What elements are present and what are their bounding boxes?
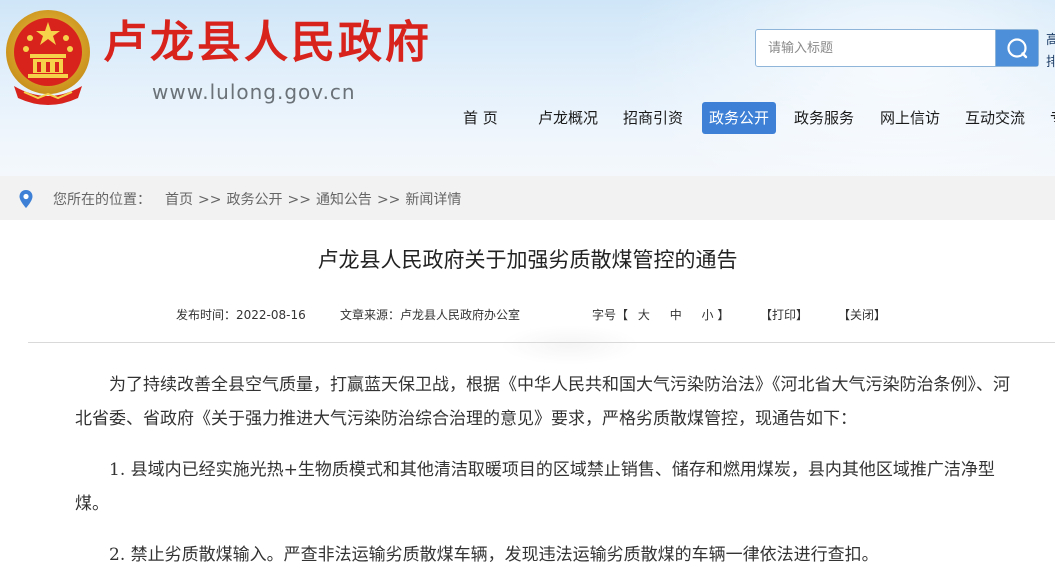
nav-item-petition[interactable]: 网上信访 <box>873 102 947 134</box>
national-emblem-icon <box>6 10 90 105</box>
side-link-1[interactable]: 高 <box>1046 30 1055 52</box>
search-button[interactable] <box>995 30 1038 66</box>
side-links: 高 排 <box>1046 30 1055 74</box>
nav-item-more[interactable]: 专 <box>1043 102 1055 134</box>
watermark <box>500 325 640 365</box>
nav-item-home[interactable]: 首 页 <box>456 102 505 134</box>
print-link[interactable]: 【打印】 <box>760 306 808 323</box>
breadcrumb-gov-affairs[interactable]: 政务公开 <box>226 192 282 208</box>
breadcrumb-notices[interactable]: 通知公告 <box>316 192 372 208</box>
publish-date: 2022-08-16 <box>236 308 306 322</box>
publish-date-label: 发布时间： <box>176 308 237 322</box>
breadcrumb-current: 新闻详情 <box>405 192 462 208</box>
breadcrumb-separator: >> <box>376 192 401 208</box>
nav-item-investment[interactable]: 招商引资 <box>616 102 690 134</box>
breadcrumb-home[interactable]: 首页 <box>165 192 193 208</box>
font-size-label: 字号【 <box>592 308 629 322</box>
article-paragraph-1: 为了持续改善全县空气质量，打赢蓝天保卫战，根据《中华人民共和国大气污染防治法》《… <box>75 375 1010 429</box>
source-value: 卢龙县人民政府办公室 <box>400 308 521 322</box>
source-meta: 文章来源：卢龙县人民政府办公室 <box>340 306 520 323</box>
article-title: 卢龙县人民政府关于加强劣质散煤管控的通告 <box>317 248 738 272</box>
content-divider <box>28 342 1055 343</box>
breadcrumb: 您所在的位置： 首页 >> 政务公开 >> 通知公告 >> 新闻详情 <box>0 176 1055 220</box>
search-input[interactable] <box>756 30 996 66</box>
article-paragraph-3: 2. 禁止劣质散煤输入。严查非法运输劣质散煤车辆，发现违法运输劣质散煤的车辆一律… <box>109 545 879 565</box>
publish-date-meta: 发布时间：2022-08-16 <box>176 306 306 323</box>
location-pin-icon <box>19 190 33 208</box>
font-size-end: 】 <box>717 308 730 322</box>
breadcrumb-label: 您所在的位置： <box>53 192 151 208</box>
search-icon <box>1007 38 1028 59</box>
search-box <box>755 29 1039 67</box>
font-size-medium[interactable]: 中 <box>670 308 682 322</box>
breadcrumb-separator: >> <box>287 192 311 208</box>
nav-item-interaction[interactable]: 互动交流 <box>958 102 1032 134</box>
nav-item-gov-services[interactable]: 政务服务 <box>787 102 861 134</box>
article-paragraph-2: 1. 县域内已经实施光热+生物质模式和其他清洁取暖项目的区域禁止销售、储存和燃用… <box>75 460 995 514</box>
font-size-large[interactable]: 大 <box>638 308 650 322</box>
close-link[interactable]: 【关闭】 <box>838 306 886 323</box>
source-label: 文章来源： <box>340 308 401 322</box>
breadcrumb-separator: >> <box>198 192 222 208</box>
site-header: 卢龙县人民政府 www.lulong.gov.cn 高 排 首 页 卢龙概况 招… <box>0 0 1055 176</box>
nav-item-gov-affairs[interactable]: 政务公开 <box>702 102 777 134</box>
breadcrumb-trail: 首页 >> 政务公开 >> 通知公告 >> 新闻详情 <box>165 189 461 209</box>
header-background-glow <box>600 0 1055 176</box>
nav-item-overview[interactable]: 卢龙概况 <box>531 102 605 134</box>
site-title: 卢龙县人民政府 <box>103 17 432 68</box>
font-size-small[interactable]: 小 <box>702 308 714 322</box>
side-link-2[interactable]: 排 <box>1046 52 1055 74</box>
site-url: www.lulong.gov.cn <box>152 80 356 104</box>
font-size-controls: 字号【 大 中 小 】 <box>592 306 729 323</box>
